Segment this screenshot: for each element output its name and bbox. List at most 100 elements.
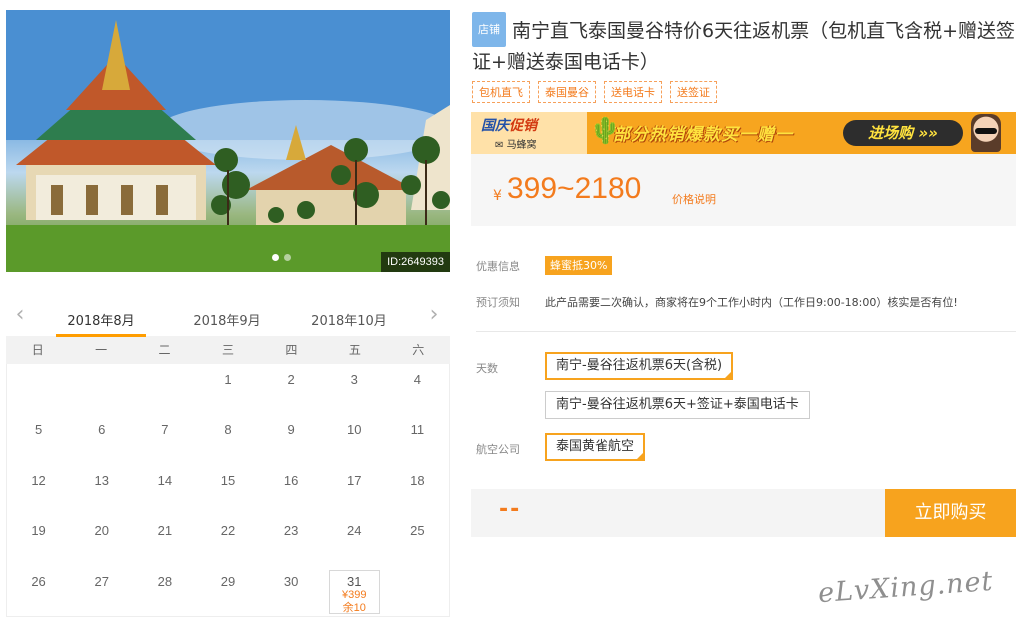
calendar-day: 11 — [386, 414, 449, 464]
days-option[interactable]: 南宁-曼谷往返机票6天(含税) — [545, 352, 734, 380]
calendar-day: 23 — [260, 515, 323, 565]
calendar-day: 17 — [323, 465, 386, 515]
booking-text: 此产品需要二次确认，商家将在9个工作小时内（工作日9:00-18:00）核实是否… — [545, 296, 958, 309]
product-title-text: 南宁直飞泰国曼谷特价6天往返机票（包机直飞含税+赠送签证+赠送泰国电话卡） — [472, 20, 1016, 73]
calendar-day: 6 — [70, 414, 133, 464]
calendar-day: 16 — [260, 465, 323, 515]
day-number: 11 — [410, 422, 425, 438]
carousel-dots — [272, 254, 291, 261]
photo-id-label: ID:2649393 — [381, 252, 450, 272]
day-number: 1 — [224, 372, 232, 387]
month-tab[interactable]: 2018年9月 — [182, 310, 272, 329]
banner-slogan: 部分热销爆款买一赠一 — [613, 125, 793, 145]
calendar-day: 21 — [133, 515, 196, 565]
prev-month-chevron-icon[interactable]: ‹ — [10, 304, 30, 326]
calendar-day[interactable]: 31 ¥399 余10 — [328, 569, 380, 614]
product-tag: 包机直飞 — [472, 81, 530, 103]
day-number: 4 — [413, 372, 422, 387]
buy-bar: -- 立即购买 — [471, 489, 1016, 537]
day-number: 30 — [283, 573, 299, 589]
banner-cta-button[interactable]: 进场购 »» — [843, 120, 963, 146]
weekday-label: 日 — [31, 343, 44, 357]
price-explanation-link[interactable]: 价格说明 — [672, 191, 716, 207]
day-number: 14 — [157, 472, 173, 488]
day-number: 27 — [94, 573, 109, 589]
day-number: 3 — [350, 372, 358, 387]
promo-value: 蜂蜜抵30% — [545, 256, 613, 275]
carousel-dot[interactable] — [284, 254, 291, 261]
weekday-label: 五 — [348, 343, 361, 357]
calendar-day: 25 — [386, 515, 449, 565]
calendar-day: 24 — [323, 515, 386, 565]
month-tab[interactable]: 2018年8月 — [56, 310, 146, 337]
airline-option[interactable]: 泰国黄雀航空 — [545, 433, 646, 461]
product-tags: 包机直飞 泰国曼谷 送电话卡 送签证 — [472, 81, 717, 103]
day-number: 13 — [94, 472, 109, 488]
day-number: 19 — [31, 523, 46, 539]
weekday-label: 三 — [221, 343, 234, 357]
weekday-label: 六 — [412, 343, 425, 357]
calendar-empty-cell — [7, 364, 70, 414]
calendar-day: 13 — [70, 465, 133, 515]
day-number: 24 — [347, 523, 362, 539]
price-range: 399~2180 — [507, 172, 642, 205]
banner-brand: 国庆促销 ✉ 马蜂窝 — [471, 112, 587, 154]
calendar-empty-cell — [133, 364, 196, 414]
carousel-dot[interactable] — [272, 254, 279, 261]
currency-symbol: ¥ — [493, 188, 502, 204]
days-label: 天数 — [476, 362, 498, 375]
day-price: ¥399 — [342, 588, 367, 601]
calendar-day: 5 — [7, 414, 70, 464]
day-number: 18 — [410, 472, 425, 488]
day-number: 28 — [157, 573, 173, 589]
airline-label: 航空公司 — [476, 443, 520, 456]
days-option[interactable]: 南宁-曼谷往返机票6天+签证+泰国电话卡 — [545, 391, 810, 419]
weekday-header: 日一二三四五六 — [6, 336, 450, 364]
weekday-label: 一 — [95, 343, 108, 357]
month-switcher: ‹ 2018年8月 2018年9月 2018年10月 › — [6, 296, 450, 337]
product-title: 店铺 南宁直飞泰国曼谷特价6天往返机票（包机直飞含税+赠送签证+赠送泰国电话卡） — [472, 12, 1017, 78]
calendar-day: 12 — [7, 465, 70, 515]
shop-badge[interactable]: 店铺 — [472, 12, 506, 47]
calendar-day: 28 — [133, 566, 196, 616]
avatar-illustration — [971, 114, 1001, 152]
day-number: 22 — [220, 523, 236, 539]
calendar-day: 3 — [323, 364, 386, 414]
divider — [476, 331, 1016, 332]
calendar-day: 7 — [133, 414, 196, 464]
month-tab[interactable]: 2018年10月 — [304, 310, 394, 329]
calendar-day: 9 — [260, 414, 323, 464]
promo-badge: 蜂蜜抵30% — [545, 256, 613, 275]
day-number: 26 — [31, 573, 46, 589]
day-number: 15 — [220, 472, 236, 488]
product-photo[interactable]: ID:2649393 — [6, 10, 450, 272]
calendar-day: 30 — [260, 566, 323, 616]
buy-now-button[interactable]: 立即购买 — [885, 489, 1016, 537]
booking-label: 预订须知 — [476, 296, 520, 309]
day-number: 6 — [98, 422, 106, 438]
temple-illustration — [6, 10, 450, 272]
total-price: -- — [499, 497, 522, 522]
calendar-day: 27 — [70, 566, 133, 616]
calendar-day: 26 — [7, 566, 70, 616]
day-number: 20 — [94, 523, 109, 539]
site-watermark: eLvXing.net — [817, 565, 995, 610]
calendar-day: 8 — [196, 414, 259, 464]
day-number: 21 — [157, 523, 173, 539]
calendar-empty-cell — [386, 566, 449, 616]
promo-banner[interactable]: 国庆促销 ✉ 马蜂窝 🌵 部分热销爆款买一赠一 进场购 »» — [471, 112, 1016, 154]
price-box: ¥ 399~2180 价格说明 — [471, 154, 1016, 226]
banner-brand-sub: ✉ 马蜂窝 — [495, 140, 537, 151]
day-number: 8 — [224, 422, 232, 438]
banner-brand-title: 国庆促销 — [481, 118, 537, 134]
day-number: 7 — [161, 422, 169, 438]
calendar-day: 22 — [196, 515, 259, 565]
day-number: 17 — [347, 472, 362, 488]
day-number: 10 — [347, 422, 362, 438]
product-tag: 送电话卡 — [604, 81, 662, 103]
next-month-chevron-icon[interactable]: › — [424, 304, 444, 326]
calendar-day: 14 — [133, 465, 196, 515]
product-tag: 送签证 — [670, 81, 717, 103]
day-number: 23 — [283, 523, 299, 539]
day-stock: 余10 — [342, 601, 366, 614]
